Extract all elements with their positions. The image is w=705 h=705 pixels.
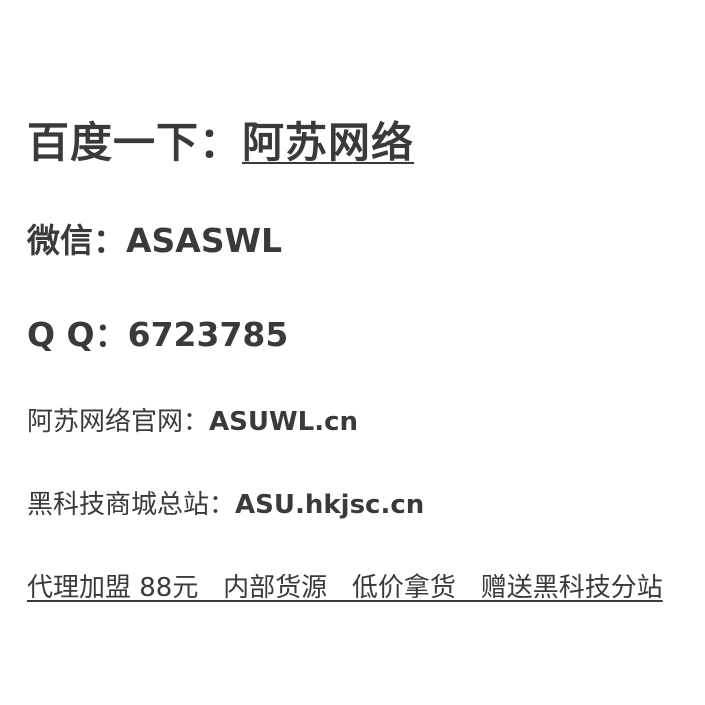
baidu-search-link[interactable]: 阿苏网络 — [242, 118, 414, 167]
main-store-url: ASU.hkjsc.cn — [235, 490, 425, 520]
official-site-label: 阿苏网络官网： — [27, 407, 210, 437]
wechat-line: 微信：ASASWL — [27, 224, 282, 257]
wechat-id: ASASWL — [126, 221, 283, 260]
main-store-label: 黑科技商城总站： — [27, 490, 236, 520]
baidu-search-label: 百度一下： — [27, 118, 243, 167]
qq-line: Q Q：6723785 — [27, 318, 288, 351]
agent-promo-link[interactable]: 代理加盟 88元 内部货源 低价拿货 赠送黑科技分站 — [27, 573, 663, 603]
promo-line: 代理加盟 88元 内部货源 低价拿货 赠送黑科技分站 — [27, 575, 663, 601]
baidu-search-line: 百度一下：阿苏网络 — [27, 122, 414, 164]
official-site-url: ASUWL.cn — [209, 407, 359, 437]
qq-number: 6723785 — [127, 315, 289, 354]
main-store-line: 黑科技商城总站：ASU.hkjsc.cn — [27, 492, 424, 518]
wechat-label: 微信： — [27, 221, 126, 260]
qq-label: Q Q： — [27, 315, 128, 354]
official-site-line: 阿苏网络官网：ASUWL.cn — [27, 409, 358, 435]
